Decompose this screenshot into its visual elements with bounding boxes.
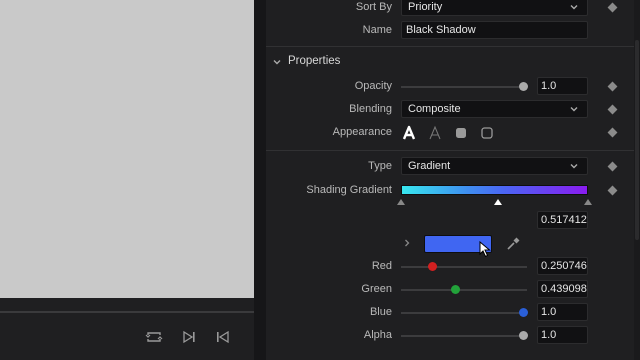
alpha-row: Alpha 1.0 [266, 326, 640, 346]
red-slider-handle[interactable] [427, 262, 437, 271]
filled-rounded-square-icon[interactable] [453, 125, 469, 141]
mouse-pointer-icon [479, 240, 491, 258]
blending-label: Blending [349, 103, 392, 115]
blue-row: Blue 1.0 [266, 303, 640, 323]
sort-by-dropdown[interactable]: Priority [401, 0, 588, 16]
blue-slider[interactable] [401, 308, 528, 317]
viewer-canvas[interactable] [0, 0, 254, 298]
go-to-start-icon[interactable] [214, 330, 232, 344]
opacity-label: Opacity [354, 80, 392, 92]
properties-section-header[interactable]: Properties [266, 52, 640, 72]
gradient-stop-position-field[interactable]: 0.517412 [537, 211, 588, 229]
section-divider [266, 46, 640, 47]
gradient-stop-marker[interactable] [584, 196, 592, 205]
sort-by-row: Sort By Priority [266, 0, 640, 18]
keyframe-icon[interactable] [607, 2, 618, 13]
properties-section-title: Properties [288, 55, 341, 67]
red-slider[interactable] [401, 262, 527, 271]
scrollbar-thumb[interactable] [635, 40, 639, 240]
chevron-right-icon[interactable] [402, 238, 412, 248]
outline-rounded-square-icon[interactable] [479, 125, 495, 141]
green-row: Green 0.439098 [266, 280, 640, 300]
red-value-field[interactable]: 0.250746 [537, 257, 588, 275]
loop-icon[interactable] [145, 330, 163, 344]
inspector-scrollbar[interactable] [634, 0, 640, 360]
alpha-label: Alpha [363, 329, 392, 341]
keyframe-icon[interactable] [607, 127, 618, 138]
inspector-panel: Sort By Priority Name Black Shadow Prope… [266, 0, 640, 360]
keyframe-icon[interactable] [607, 81, 618, 92]
appearance-row: Appearance [266, 123, 640, 143]
chevron-down-icon [569, 2, 579, 12]
chevron-down-icon [272, 57, 282, 67]
name-label: Name [362, 24, 392, 36]
sort-by-label: Sort By [355, 1, 392, 13]
blending-value: Composite [408, 103, 461, 115]
alpha-slider-handle[interactable] [519, 331, 528, 340]
alpha-slider[interactable] [401, 331, 528, 340]
appearance-label: Appearance [332, 126, 392, 138]
type-value: Gradient [408, 160, 451, 172]
solid-text-icon[interactable] [401, 125, 417, 141]
type-label: Type [368, 160, 392, 172]
gradient-preview-bar[interactable] [401, 185, 588, 195]
blue-slider-handle[interactable] [519, 308, 528, 317]
opacity-slider-handle[interactable] [519, 82, 528, 91]
blending-dropdown[interactable]: Composite [401, 100, 588, 118]
type-row: Type Gradient [266, 157, 640, 177]
keyframe-icon[interactable] [607, 161, 618, 172]
red-row: Red 0.250746 [266, 257, 640, 277]
opacity-slider[interactable] [401, 82, 528, 91]
green-slider-handle[interactable] [450, 285, 460, 294]
outline-text-icon[interactable] [427, 125, 443, 141]
shading-gradient-label: Shading Gradient [306, 184, 392, 196]
sort-by-value: Priority [408, 1, 443, 13]
timeline-scrub-bar[interactable] [0, 311, 254, 313]
keyframe-icon[interactable] [607, 185, 618, 196]
gradient-position-row: 0.517412 [266, 211, 640, 231]
transport-bar [0, 298, 254, 360]
eyedropper-icon[interactable] [506, 237, 520, 251]
name-field[interactable]: Black Shadow [401, 21, 588, 39]
name-row: Name Black Shadow [266, 21, 640, 41]
play-to-end-icon[interactable] [180, 330, 198, 344]
panel-divider[interactable] [254, 0, 266, 360]
blue-label: Blue [369, 306, 392, 318]
green-slider[interactable] [401, 285, 527, 294]
keyframe-icon[interactable] [607, 104, 618, 115]
gradient-stop-marker[interactable] [397, 196, 405, 205]
green-value-field[interactable]: 0.439098 [537, 280, 588, 298]
red-label: Red [371, 260, 392, 272]
green-label: Green [361, 283, 392, 295]
section-divider [266, 150, 640, 151]
alpha-value-field[interactable]: 1.0 [537, 326, 588, 344]
type-dropdown[interactable]: Gradient [401, 157, 588, 175]
gradient-stop-marker[interactable] [493, 196, 502, 205]
blue-value-field[interactable]: 1.0 [537, 303, 588, 321]
opacity-row: Opacity 1.0 [266, 77, 640, 97]
blending-row: Blending Composite [266, 100, 640, 120]
opacity-value-field[interactable]: 1.0 [537, 77, 588, 95]
chevron-down-icon [569, 104, 579, 114]
chevron-down-icon [569, 161, 579, 171]
